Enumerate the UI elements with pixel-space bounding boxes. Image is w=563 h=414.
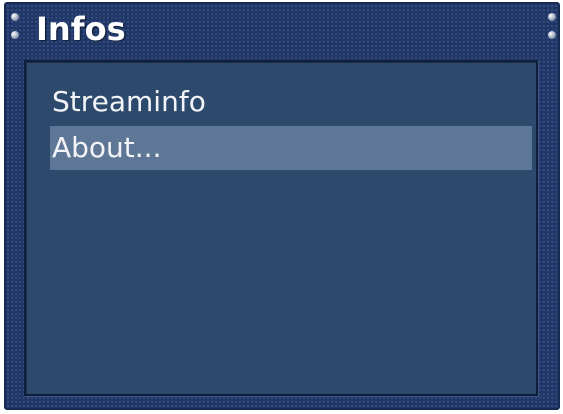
menu-item-about[interactable]: About... [50,126,532,170]
title-grip-icon [11,13,19,21]
title-bar: Infos [6,4,558,58]
title-grip-icon [548,31,556,39]
menu-item-label: Streaminfo [52,85,206,118]
title-grip-icon [548,13,556,21]
window-title: Infos [36,10,126,48]
infos-window: Infos Streaminfo About... [4,2,560,410]
title-grip-icon [11,31,19,39]
menu-list: Streaminfo About... [24,60,538,396]
menu-item-streaminfo[interactable]: Streaminfo [50,80,532,124]
menu-item-label: About... [52,131,162,164]
